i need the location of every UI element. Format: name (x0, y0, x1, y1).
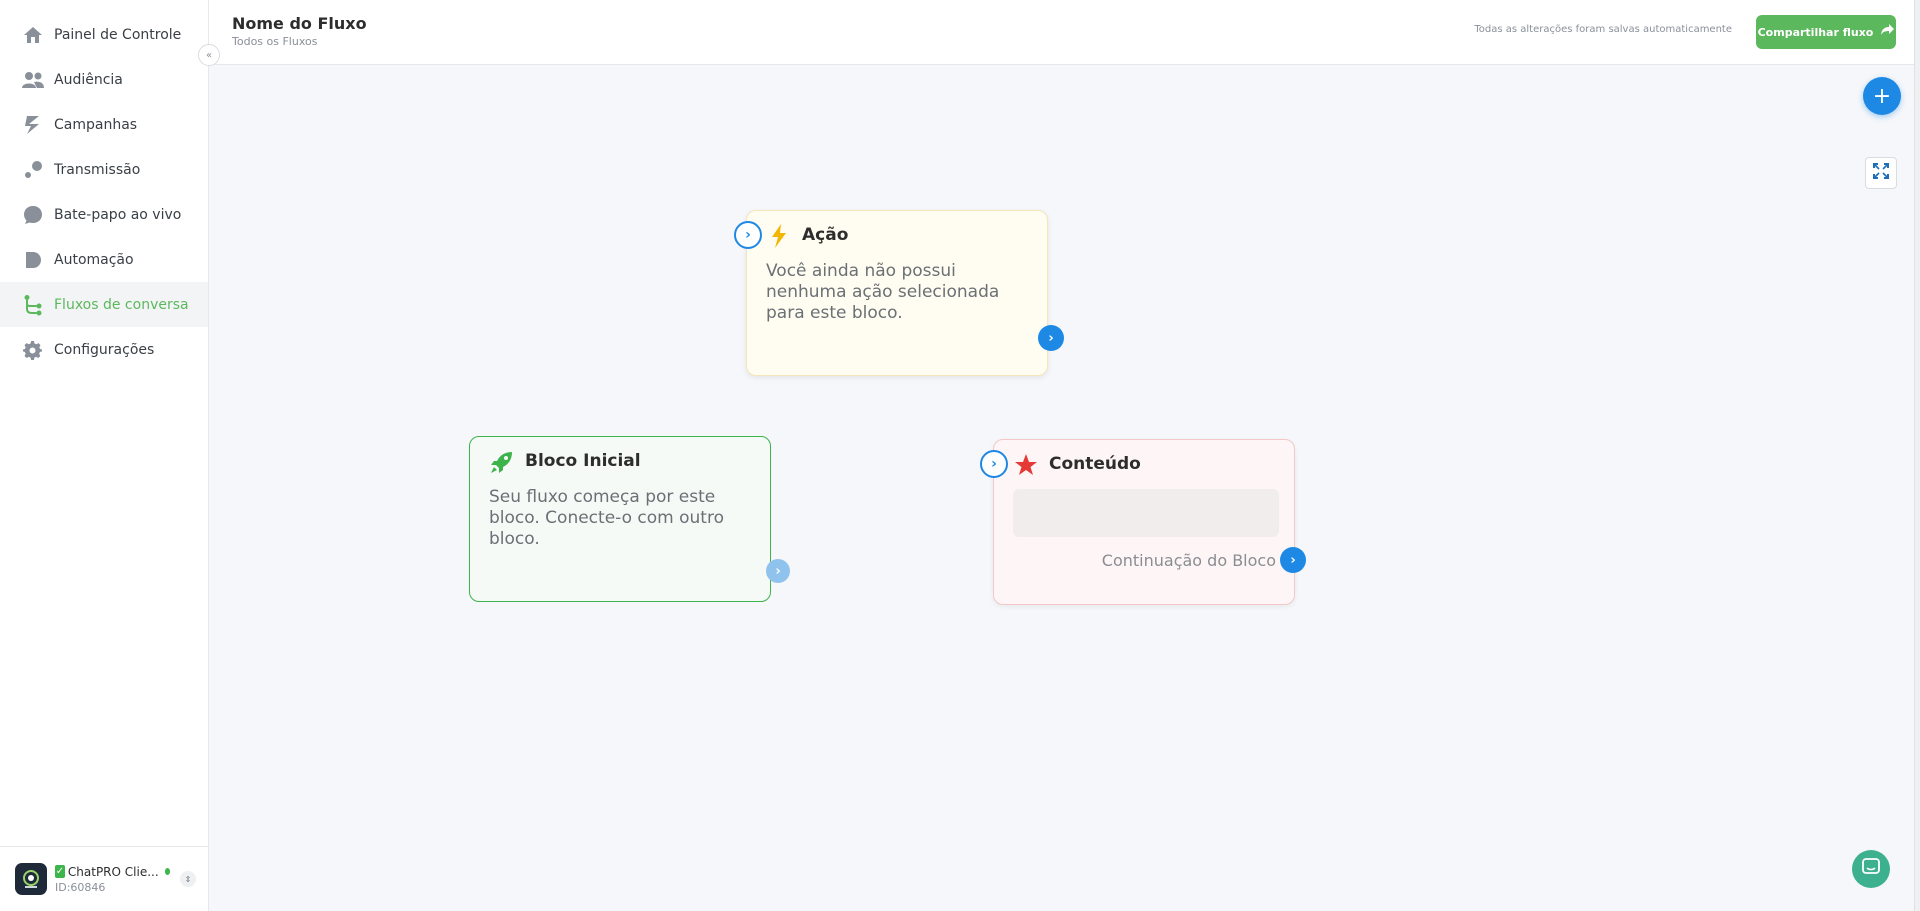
page-title[interactable]: Nome do Fluxo (232, 14, 367, 33)
sidebar-item-label: Bate-papo ao vivo (54, 206, 182, 223)
action-output-port[interactable]: › (1038, 325, 1064, 351)
sidebar: Painel de Controle Audiência Campanhas T… (0, 0, 209, 911)
sidebar-item-bate-papo[interactable]: Bate-papo ao vivo (0, 192, 208, 237)
chat-icon (1862, 858, 1880, 880)
sidebar-item-painel[interactable]: Painel de Controle (0, 12, 208, 57)
sidebar-item-label: Fluxos de conversa (54, 296, 189, 313)
chevron-up-down-icon[interactable]: ⇕ (180, 871, 196, 887)
account-switcher[interactable]: ✓ ChatPRO Clie... ID:60846 ⇕ (0, 846, 208, 911)
page-scrollbar[interactable] (1914, 0, 1920, 911)
campaigns-icon (22, 114, 44, 136)
collapse-sidebar-button[interactable]: « (198, 44, 220, 66)
share-button-label: Compartilhar fluxo (1757, 25, 1874, 39)
sidebar-item-configuracoes[interactable]: Configurações (0, 327, 208, 372)
block-continuation-label: Continuação do Bloco (1101, 551, 1276, 570)
sidebar-item-label: Audiência (54, 71, 123, 88)
chevron-right-icon: › (1290, 552, 1296, 568)
account-name: ✓ ChatPRO Clie... (55, 865, 170, 879)
account-id: ID:60846 (55, 880, 106, 894)
sidebar-item-label: Campanhas (54, 116, 138, 133)
lightning-icon (767, 224, 791, 248)
sidebar-item-label: Configurações (54, 341, 155, 358)
content-output-port[interactable]: › (1280, 547, 1306, 573)
breadcrumb[interactable]: Todos os Fluxos (232, 35, 317, 48)
block-description: Seu fluxo começa por este bloco. Conecte… (489, 487, 724, 549)
users-icon (22, 69, 44, 91)
block-description: Você ainda não possui nenhuma ação selec… (766, 261, 1000, 323)
chevron-right-icon: › (991, 456, 997, 472)
content-input-port[interactable]: › (980, 450, 1008, 478)
action-block[interactable]: Ação Você ainda não possui nenhuma ação … (746, 210, 1048, 376)
chat-bubble-icon (22, 204, 44, 226)
flow-icon (22, 294, 44, 316)
share-icon (1881, 24, 1895, 40)
sidebar-item-audiencia[interactable]: Audiência (0, 57, 208, 102)
sidebar-item-automacao[interactable]: Automação (0, 237, 208, 282)
flow-header: Nome do Fluxo Todos os Fluxos Todas as a… (209, 0, 1920, 65)
sidebar-item-transmissao[interactable]: Transmissão (0, 147, 208, 192)
save-status: Todas as alterações foram salvas automat… (1474, 24, 1732, 35)
rocket-icon (490, 450, 514, 474)
chevron-right-icon: › (745, 227, 751, 243)
sidebar-item-fluxos[interactable]: Fluxos de conversa (0, 282, 208, 327)
share-flow-button[interactable]: Compartilhar fluxo (1756, 15, 1896, 49)
online-status-icon (164, 868, 170, 875)
gear-icon (22, 339, 44, 361)
action-input-port[interactable]: › (734, 221, 762, 249)
content-placeholder-field[interactable] (1013, 489, 1279, 537)
sidebar-item-label: Painel de Controle (54, 26, 182, 43)
block-title: Ação (802, 225, 849, 245)
avatar (15, 863, 47, 895)
add-block-button[interactable]: + (1863, 77, 1901, 115)
block-title: Bloco Inicial (525, 451, 641, 471)
sidebar-nav: Painel de Controle Audiência Campanhas T… (0, 12, 208, 372)
live-chat-launcher-button[interactable] (1852, 850, 1890, 888)
content-block[interactable]: Conteúdo Continuação do Bloco (993, 439, 1295, 605)
sidebar-item-campanhas[interactable]: Campanhas (0, 102, 208, 147)
start-output-port[interactable]: › (766, 559, 790, 583)
sidebar-item-label: Automação (54, 251, 134, 268)
automation-icon (22, 249, 44, 271)
block-title: Conteúdo (1049, 454, 1141, 474)
chevron-right-icon: › (1048, 330, 1054, 346)
expand-icon (1873, 163, 1889, 183)
chevron-right-icon: › (775, 563, 781, 579)
star-icon (1014, 453, 1038, 477)
verified-check-icon: ✓ (55, 865, 65, 878)
home-icon (22, 24, 44, 46)
start-block[interactable]: Bloco Inicial Seu fluxo começa por este … (469, 436, 771, 602)
sidebar-item-label: Transmissão (54, 161, 141, 178)
broadcast-icon (22, 159, 44, 181)
fit-view-button[interactable] (1865, 157, 1897, 189)
